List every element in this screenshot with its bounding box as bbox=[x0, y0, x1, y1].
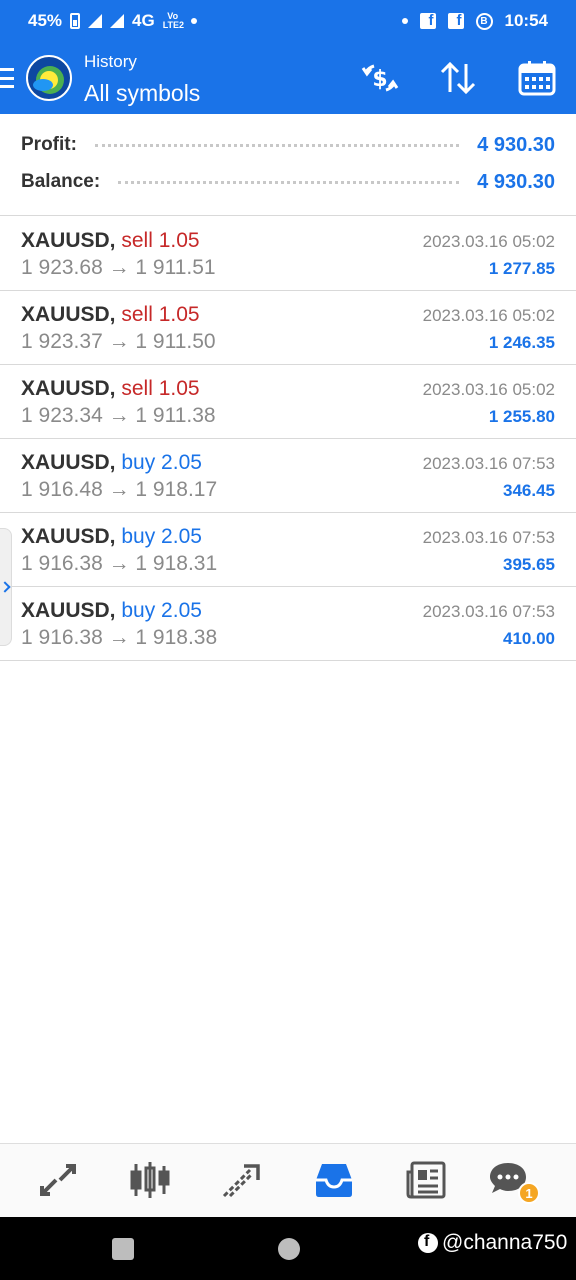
quotes-icon[interactable] bbox=[36, 1160, 80, 1200]
deal-time: 2023.03.16 07:53 bbox=[422, 454, 555, 473]
deal-time: 2023.03.16 07:53 bbox=[422, 528, 555, 547]
app-bar: History All symbols $ bbox=[0, 42, 576, 114]
facebook-logo-icon bbox=[418, 1233, 438, 1253]
trade-icon[interactable] bbox=[220, 1160, 264, 1200]
balance-row: Balance: 4 930.30 bbox=[21, 167, 555, 197]
recent-apps-button[interactable] bbox=[112, 1238, 134, 1260]
watermark: @channa750 bbox=[418, 1231, 567, 1255]
deal-profit: 346.45 bbox=[503, 481, 555, 500]
deal-prices: 1 923.34 → 1 911.38 bbox=[21, 404, 216, 427]
deal-side: sell 1.05 bbox=[121, 229, 200, 252]
deal-profit: 395.65 bbox=[503, 555, 555, 574]
news-icon[interactable] bbox=[404, 1160, 448, 1200]
deal-prices: 1 923.68 → 1 911.51 bbox=[21, 256, 216, 279]
deal-row[interactable]: XAUUSD, buy 2.05 1 916.38 → 1 918.31 202… bbox=[0, 513, 576, 587]
deal-side: sell 1.05 bbox=[121, 303, 200, 326]
dotted-leader bbox=[94, 143, 460, 147]
deal-symbol: XAUUSD, bbox=[21, 303, 116, 326]
deal-prices: 1 916.48 → 1 918.17 bbox=[21, 478, 218, 501]
chat-unread-badge: 1 bbox=[518, 1182, 540, 1204]
watermark-text: @channa750 bbox=[442, 1231, 568, 1254]
signal-icon-2 bbox=[110, 14, 125, 28]
deal-row[interactable]: XAUUSD, sell 1.05 1 923.34 → 1 911.38 20… bbox=[0, 365, 576, 439]
profit-label: Profit: bbox=[21, 134, 77, 155]
balance-label: Balance: bbox=[21, 171, 101, 192]
profit-value: 4 930.30 bbox=[477, 133, 555, 156]
deal-side: buy 2.05 bbox=[121, 451, 202, 474]
deal-row[interactable]: XAUUSD, sell 1.05 1 923.37 → 1 911.50 20… bbox=[0, 291, 576, 365]
deal-symbol: XAUUSD, bbox=[21, 525, 116, 548]
dotted-leader bbox=[118, 180, 460, 184]
metatrader-logo[interactable] bbox=[26, 55, 72, 101]
notification-dot-icon bbox=[401, 18, 408, 24]
deal-symbol: XAUUSD, bbox=[21, 451, 116, 474]
clock: 10:54 bbox=[504, 11, 548, 30]
deal-side: sell 1.05 bbox=[121, 377, 200, 400]
deal-symbol: XAUUSD, bbox=[21, 377, 116, 400]
deal-side: buy 2.05 bbox=[121, 599, 202, 622]
facebook-notification-icon bbox=[419, 12, 436, 29]
deal-profit: 410.00 bbox=[503, 629, 555, 648]
deal-symbol: XAUUSD, bbox=[21, 229, 116, 252]
chart-icon[interactable] bbox=[128, 1160, 172, 1200]
chat-button[interactable]: 1 bbox=[488, 1160, 540, 1204]
volte-indicator: Vo LTE2 bbox=[162, 11, 185, 30]
bottom-navigation: 1 bbox=[0, 1143, 576, 1217]
account-summary: Profit: 4 930.30 Balance: 4 930.30 bbox=[0, 114, 576, 216]
deal-profit: 1 255.80 bbox=[488, 407, 555, 426]
history-icon[interactable] bbox=[312, 1160, 356, 1200]
deal-symbol: XAUUSD, bbox=[21, 599, 116, 622]
page-title: History bbox=[84, 52, 137, 71]
deal-prices: 1 916.38 → 1 918.38 bbox=[21, 626, 218, 649]
deal-prices: 1 923.37 → 1 911.50 bbox=[21, 330, 216, 353]
svg-text:$: $ bbox=[372, 67, 387, 92]
network-type: 4G bbox=[132, 11, 155, 30]
notification-dot-icon bbox=[190, 18, 197, 24]
facebook-notification-icon-2 bbox=[447, 12, 464, 29]
deal-prices: 1 916.38 → 1 918.31 bbox=[21, 552, 218, 575]
balance-value: 4 930.30 bbox=[477, 170, 555, 193]
currency-exchange-icon[interactable]: $ bbox=[360, 60, 400, 96]
symbol-filter[interactable]: All symbols bbox=[84, 80, 200, 107]
deal-time: 2023.03.16 05:02 bbox=[422, 232, 555, 251]
deal-profit: 1 277.85 bbox=[488, 259, 555, 278]
battery-icon bbox=[70, 13, 81, 29]
app-notification-icon: B bbox=[475, 12, 493, 30]
status-bar: 45% 4G Vo LTE2 B 10:54 bbox=[0, 0, 576, 42]
side-panel-handle[interactable] bbox=[0, 528, 12, 646]
deal-time: 2023.03.16 07:53 bbox=[422, 602, 555, 621]
deals-list: XAUUSD, sell 1.05 1 923.68 → 1 911.51 20… bbox=[0, 217, 576, 661]
deal-time: 2023.03.16 05:02 bbox=[422, 306, 555, 325]
deal-time: 2023.03.16 05:02 bbox=[422, 380, 555, 399]
sort-icon[interactable] bbox=[438, 60, 478, 96]
deal-profit: 1 246.35 bbox=[488, 333, 555, 352]
profit-row: Profit: 4 930.30 bbox=[21, 130, 555, 160]
home-button[interactable] bbox=[278, 1238, 300, 1260]
deal-row[interactable]: XAUUSD, buy 2.05 1 916.48 → 1 918.17 202… bbox=[0, 439, 576, 513]
battery-percent: 45% bbox=[28, 11, 63, 30]
signal-icon bbox=[88, 14, 103, 28]
system-navigation-bar: @channa750 bbox=[0, 1217, 576, 1280]
deal-side: buy 2.05 bbox=[121, 525, 202, 548]
menu-icon[interactable] bbox=[0, 68, 14, 88]
deal-row[interactable]: XAUUSD, buy 2.05 1 916.38 → 1 918.38 202… bbox=[0, 587, 576, 661]
calendar-icon[interactable] bbox=[517, 60, 557, 96]
deal-row[interactable]: XAUUSD, sell 1.05 1 923.68 → 1 911.51 20… bbox=[0, 217, 576, 291]
